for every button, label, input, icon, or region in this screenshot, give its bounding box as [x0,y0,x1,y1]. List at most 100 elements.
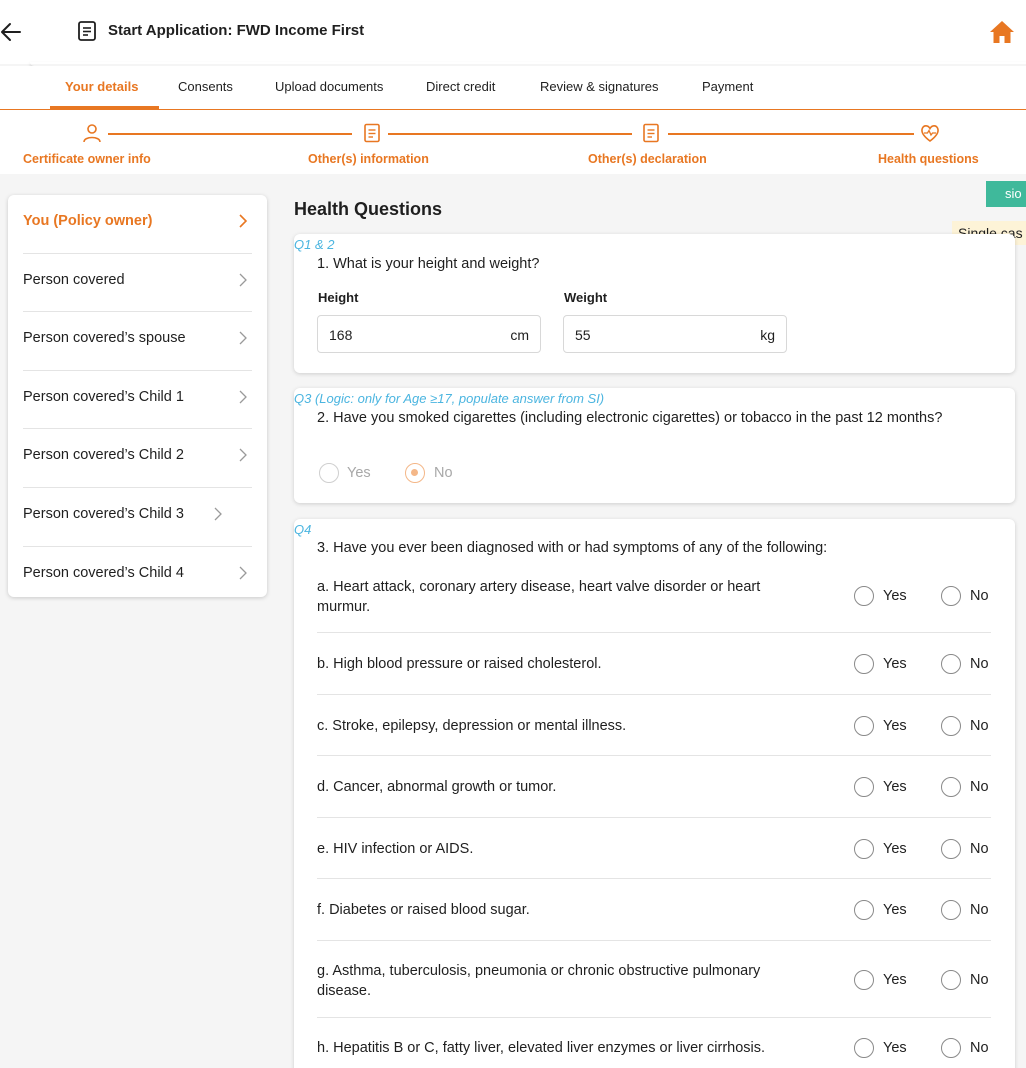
page-title: Start Application: FWD Income First [108,22,365,39]
document-icon[interactable] [641,123,661,143]
height-value: 168 [329,327,353,343]
radio-no[interactable] [941,716,961,736]
chevron-right-icon [239,566,247,580]
condition-row: f. Diabetes or raised blood sugar. Yes N… [317,879,991,941]
radio-yes[interactable] [854,777,874,797]
radio-yes[interactable] [854,839,874,859]
radio-no-label: No [970,718,989,734]
condition-row: g. Asthma, tuberculosis, pneumonia or ch… [317,941,991,1018]
step-connector [108,133,352,135]
step-label[interactable]: Certificate owner info [23,151,151,167]
step-connector [668,133,914,135]
radio-no[interactable] [941,777,961,797]
question-text: 2. Have you smoked cigarettes (including… [317,410,943,426]
step-connector [388,133,632,135]
question-text: 3. Have you ever been diagnosed with or … [317,540,828,556]
chevron-right-icon [239,448,247,462]
radio-no[interactable] [941,839,961,859]
heart-pulse-icon[interactable] [920,123,940,143]
radio-no-selected[interactable] [405,463,425,483]
sidebar-item-child-4[interactable]: Person covered’s Child 4 [23,547,252,606]
radio-no[interactable] [941,654,961,674]
radio-no[interactable] [941,900,961,920]
radio-yes-label: Yes [883,972,907,988]
radio-no-label: No [970,1040,989,1056]
condition-row: d. Cancer, abnormal growth or tumor. Yes… [317,756,991,818]
condition-text: f. Diabetes or raised blood sugar. [317,902,530,918]
height-unit: cm [510,327,529,343]
radio-no[interactable] [941,970,961,990]
sidebar-item-label: Person covered’s Child 4 [23,564,184,581]
section-title: Health Questions [294,199,443,219]
weight-field[interactable]: 55 kg [563,315,787,353]
document-icon[interactable] [362,123,382,143]
question-card-smoking: Q3 (Logic: only for Age ≥17, populate an… [294,388,1015,503]
condition-text: b. High blood pressure or raised cholest… [317,656,602,672]
sidebar-item-label: Person covered [23,271,125,288]
radio-yes[interactable] [854,900,874,920]
status-badge: sio [986,181,1026,207]
radio-yes-label: Yes [883,841,907,857]
sidebar-item-policy-owner[interactable]: You (Policy owner) [23,195,252,254]
radio-yes[interactable] [854,1038,874,1058]
radio-yes[interactable] [854,654,874,674]
back-arrow-icon[interactable] [0,19,26,45]
question-text: 1. What is your height and weight? [317,256,540,272]
radio-no-label: No [970,656,989,672]
radio-yes-label: Yes [883,902,907,918]
chevron-right-icon [239,331,247,345]
radio-yes-label: Yes [347,465,371,481]
sidebar-item-child-3[interactable]: Person covered’s Child 3 [23,488,252,547]
height-field[interactable]: 168 cm [317,315,541,353]
chevron-right-icon [239,390,247,404]
sidebar-item-label: You (Policy owner) [23,213,153,229]
sidebar-item-spouse[interactable]: Person covered’s spouse [23,312,252,371]
radio-yes[interactable] [854,716,874,736]
chevron-right-icon [239,214,248,228]
radio-yes[interactable] [319,463,339,483]
condition-row: e. HIV infection or AIDS. Yes No [317,818,991,879]
step-label[interactable]: Other(s) declaration [588,151,707,167]
home-icon[interactable] [989,20,1015,44]
sidebar-item-child-2[interactable]: Person covered’s Child 2 [23,429,252,488]
radio-yes-label: Yes [883,656,907,672]
sidebar-item-person-covered[interactable]: Person covered [23,254,252,313]
radio-no-label: No [970,972,989,988]
question-card-height-weight: Q1 & 2 1. What is your height and weight… [294,234,1015,373]
condition-row: h. Hepatitis B or C, fatty liver, elevat… [317,1018,991,1068]
top-bar: Start Application: FWD Income First [0,0,1026,64]
sidebar-item-label: Person covered’s Child 1 [23,388,184,405]
radio-no[interactable] [941,586,961,606]
tab-direct-credit[interactable]: Direct credit [426,79,495,95]
tab-your-details[interactable]: Your details [65,79,138,95]
condition-text: h. Hepatitis B or C, fatty liver, elevat… [317,1040,766,1056]
tab-upload-documents[interactable]: Upload documents [275,79,383,95]
document-icon [78,21,96,41]
question-card-conditions: Q4 3. Have you ever been diagnosed with … [294,519,1015,1068]
step-label[interactable]: Health questions [878,151,979,167]
radio-no[interactable] [941,1038,961,1058]
radio-yes[interactable] [854,970,874,990]
sidebar-item-child-1[interactable]: Person covered’s Child 1 [23,371,252,430]
weight-label: Weight [564,290,608,305]
radio-yes[interactable] [854,586,874,606]
radio-yes-label: Yes [883,718,907,734]
condition-row: b. High blood pressure or raised cholest… [317,633,991,695]
weight-unit: kg [760,327,775,343]
tab-consents[interactable]: Consents [178,79,233,95]
condition-text: e. HIV infection or AIDS. [317,841,474,857]
radio-no-label: No [970,588,989,604]
tab-payment[interactable]: Payment [702,79,753,95]
condition-text: c. Stroke, epilepsy, depression or menta… [317,718,627,734]
radio-yes-label: Yes [883,1040,907,1056]
radio-no-label: No [434,465,453,481]
tab-review-signatures[interactable]: Review & signatures [540,79,659,95]
radio-yes-label: Yes [883,779,907,795]
sidebar-item-label: Person covered’s Child 3 [23,506,184,522]
radio-no-label: No [970,779,989,795]
step-label[interactable]: Other(s) information [308,151,429,167]
person-icon[interactable] [82,123,102,143]
condition-text: d. Cancer, abnormal growth or tumor. [317,779,557,795]
condition-text: a. Heart attack, coronary artery disease… [317,579,761,615]
radio-yes-label: Yes [883,588,907,604]
